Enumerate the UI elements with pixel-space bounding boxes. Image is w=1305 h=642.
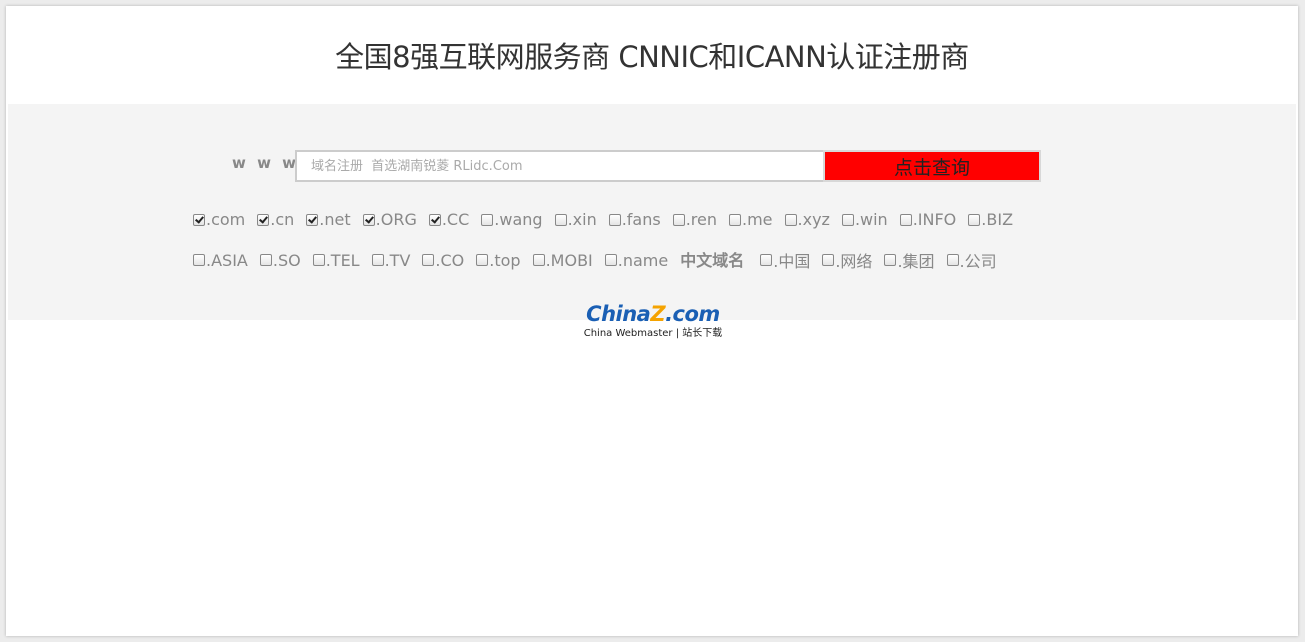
tld-options-row-1: .com .cn .net .ORG .CC .wang .xin .fans .ren .me.… [193, 210, 1025, 230]
checkbox-checked[interactable] [193, 213, 205, 226]
checkbox-unchecked[interactable] [554, 213, 567, 226]
tld-options-row-2: .ASIA .SO .TEL .TV .CO .top .MOBI .name 中文域名 .中国.… [193, 247, 1009, 272]
checkbox-unchecked[interactable] [312, 254, 325, 266]
checkbox-unchecked[interactable] [760, 254, 773, 266]
tld-label: .net [319, 210, 351, 229]
tld-label: .公司 [959, 252, 997, 271]
tld-option[interactable]: .com [193, 210, 245, 229]
checkbox-unchecked[interactable] [532, 254, 545, 266]
page-title: 全国8强互联网服务商 CNNIC和ICANN认证注册商 [335, 40, 969, 74]
tld-option[interactable]: .net [306, 210, 351, 229]
page-container: 全国8强互联网服务商 CNNIC和ICANN认证注册商 w w w . 点击查询… [6, 6, 1298, 636]
checkbox-unchecked[interactable] [259, 254, 272, 266]
checkbox-unchecked[interactable] [193, 254, 205, 266]
checkbox-unchecked[interactable] [968, 213, 981, 226]
tld-label: .SO [272, 250, 301, 270]
checkbox-checked[interactable] [257, 213, 270, 226]
tld-option[interactable]: .TEL [312, 250, 360, 270]
tld-label: .TV [384, 250, 411, 270]
checkbox-unchecked[interactable] [608, 213, 621, 226]
tld-option[interactable]: .公司 [946, 248, 997, 272]
tld-label: .INFO [912, 210, 957, 229]
logo-brand-left: China [586, 302, 651, 326]
chinese-domain-heading: 中文域名 [680, 251, 745, 270]
tld-label: .中国 [773, 252, 811, 271]
logo-brand-right: .com [665, 302, 720, 326]
chinaz-logo-mark: ChinaZ.com [578, 300, 728, 328]
tld-option[interactable]: .xyz [784, 210, 830, 229]
tld-label: .xyz [797, 210, 830, 229]
tld-option[interactable]: .fans [608, 210, 661, 229]
tld-label: .fans [621, 210, 661, 229]
checkbox-unchecked[interactable] [371, 254, 384, 266]
checkbox-unchecked[interactable] [476, 254, 489, 266]
tld-option[interactable]: .name [604, 250, 669, 270]
checkbox-unchecked[interactable] [729, 213, 741, 226]
tld-label: .ASIA [206, 250, 248, 270]
tld-option[interactable]: .xin [554, 210, 597, 229]
checkbox-checked[interactable] [428, 213, 441, 226]
checkbox-unchecked[interactable] [841, 213, 854, 226]
tld-label: .xin [567, 210, 597, 229]
query-button[interactable]: 点击查询 [823, 150, 1041, 182]
tld-label: .win [854, 210, 888, 229]
chinaz-logo[interactable]: ChinaZ.com China Webmaster | 站长下载 [578, 300, 728, 340]
tld-option[interactable]: .SO [259, 250, 301, 270]
tld-option[interactable]: .ORG [362, 210, 417, 229]
tld-option[interactable]: .me [729, 210, 773, 229]
tld-option[interactable]: .CO [422, 251, 464, 270]
tld-label: .网络 [835, 252, 873, 271]
checkbox-unchecked[interactable] [672, 213, 685, 226]
domain-search-input[interactable] [295, 150, 831, 182]
tld-label: .cn [270, 210, 295, 229]
tld-label: .CC [441, 210, 470, 229]
tld-label: .ren [685, 210, 717, 229]
checkbox-unchecked[interactable] [822, 254, 835, 266]
tld-label: .CO [435, 250, 465, 270]
tld-label: .集团 [897, 252, 935, 271]
checkbox-unchecked[interactable] [899, 213, 912, 226]
checkbox-unchecked[interactable] [422, 254, 435, 266]
tld-option[interactable]: .wang [481, 210, 543, 229]
tld-label: .me [742, 210, 773, 229]
tld-option[interactable]: .CC [428, 210, 470, 229]
tld-option[interactable]: .top [476, 250, 521, 270]
checkbox-unchecked[interactable] [481, 213, 494, 226]
tld-label: .BIZ [981, 210, 1014, 229]
tld-option[interactable]: .ASIA [193, 251, 248, 270]
checkbox-unchecked[interactable] [946, 254, 959, 266]
tld-label: .name [617, 250, 669, 270]
domain-search-panel: w w w . 点击查询 .com.cn.net.ORG.CC.wang.xin… [8, 104, 1296, 320]
logo-brand-z: Z [650, 302, 666, 326]
tld-option[interactable]: .网络 [822, 248, 872, 272]
tld-option[interactable]: .MOBI [532, 250, 593, 270]
tld-option[interactable]: .ren [672, 210, 717, 229]
checkbox-checked[interactable] [306, 213, 319, 226]
logo-tagline: China Webmaster | 站长下载 [583, 328, 723, 339]
tld-option[interactable]: .中国 [760, 248, 810, 272]
tld-option[interactable]: .cn [257, 210, 294, 229]
tld-option[interactable]: .TV [371, 250, 411, 270]
tld-label: .wang [494, 210, 543, 229]
tld-label: .top [489, 250, 521, 270]
checkbox-unchecked[interactable] [784, 213, 797, 226]
checkbox-checked[interactable] [362, 213, 375, 226]
checkbox-unchecked[interactable] [604, 254, 617, 266]
tld-label: .TEL [325, 250, 360, 270]
tld-option[interactable]: .win [841, 210, 888, 229]
tld-label: .com [206, 210, 246, 229]
tld-option[interactable]: .INFO [899, 210, 957, 229]
tld-label: .ORG [375, 210, 417, 229]
tld-option[interactable]: .集团 [884, 248, 935, 272]
checkbox-unchecked[interactable] [884, 254, 897, 266]
tld-option[interactable]: .BIZ [968, 210, 1013, 229]
tld-label: .MOBI [545, 250, 593, 270]
